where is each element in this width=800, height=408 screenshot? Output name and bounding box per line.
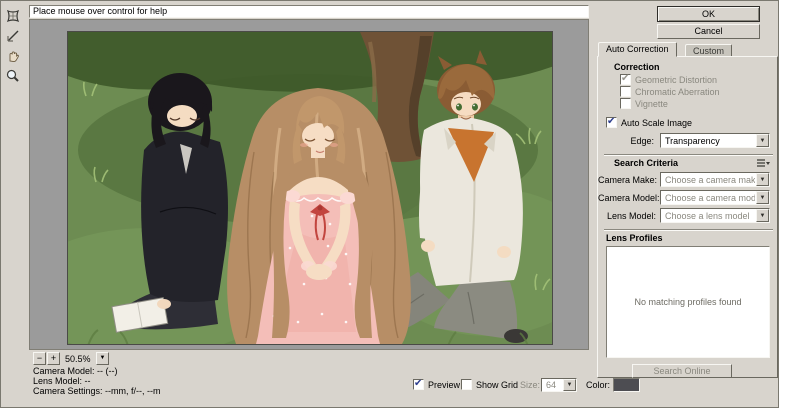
chevron-down-icon[interactable]: ▼	[756, 191, 769, 204]
zoom-level: 50.5%	[65, 354, 91, 364]
chevron-down-icon: ▼	[99, 355, 106, 361]
lens-profiles-section-title: Lens Profiles	[606, 233, 663, 243]
grid-size-dropdown[interactable]: 64 ▼	[541, 378, 577, 392]
lens-model-dropdown[interactable]: Choose a lens model ▼	[660, 208, 770, 223]
remove-distortion-tool-icon[interactable]	[4, 7, 22, 25]
zoom-level-dropdown[interactable]: ▼	[96, 352, 109, 365]
chromatic-aberration-label: Chromatic Aberration	[635, 87, 720, 97]
grid-color-label: Color:	[586, 380, 611, 390]
geometric-distortion-label: Geometric Distortion	[635, 75, 718, 85]
check-icon: ✔	[621, 73, 630, 84]
camera-make-value: Choose a camera make	[665, 175, 755, 185]
chevron-down-icon[interactable]: ▼	[756, 134, 769, 147]
cancel-button[interactable]: Cancel	[657, 24, 760, 39]
zoom-out-button[interactable]: −	[33, 352, 46, 365]
geometric-distortion-checkbox[interactable]: ✔	[620, 73, 631, 85]
edge-dropdown[interactable]: Transparency ▼	[660, 133, 770, 148]
camera-model-value: Choose a camera model	[665, 193, 755, 203]
status-camera-settings: Camera Settings: --mm, f/--, --m	[33, 386, 161, 396]
vignette-checkbox[interactable]	[620, 98, 631, 109]
check-icon: ✔	[414, 378, 423, 389]
lens-profiles-empty-text: No matching profiles found	[634, 297, 742, 307]
status-camera-model: Camera Model: -- (--)	[33, 366, 118, 376]
auto-scale-image-checkbox[interactable]: ✔	[606, 116, 617, 128]
divider	[604, 229, 773, 231]
preview-checkbox[interactable]: ✔	[413, 378, 424, 390]
zoom-in-button[interactable]: +	[47, 352, 60, 365]
camera-model-dropdown[interactable]: Choose a camera model ▼	[660, 190, 770, 205]
chromatic-aberration-checkbox[interactable]	[620, 86, 631, 97]
search-criteria-menu-icon[interactable]	[756, 158, 770, 171]
status-lens-model: Lens Model: --	[33, 376, 91, 386]
chevron-down-icon[interactable]: ▼	[756, 173, 769, 186]
camera-make-dropdown[interactable]: Choose a camera make ▼	[660, 172, 770, 187]
check-icon: ✔	[607, 116, 616, 127]
divider	[604, 154, 773, 156]
straighten-tool-icon[interactable]	[4, 27, 22, 45]
camera-make-label: Camera Make:	[598, 175, 658, 185]
anime-illustration	[68, 32, 552, 344]
preview-image	[67, 31, 553, 345]
search-criteria-section-title: Search Criteria	[614, 158, 679, 168]
show-grid-checkbox-label: Show Grid	[476, 380, 519, 390]
preview-checkbox-label: Preview	[428, 380, 461, 390]
grid-size-value: 64	[546, 380, 557, 390]
preview-area[interactable]	[29, 19, 589, 350]
grid-size-label: Size:	[520, 380, 541, 390]
lens-correction-dialog: Place mouse over control for help − + 50…	[0, 0, 800, 408]
dialog-surface: Place mouse over control for help − + 50…	[0, 0, 779, 408]
edge-value: Transparency	[665, 136, 720, 146]
auto-correction-panel: Correction ✔ Geometric Distortion Chroma…	[597, 56, 778, 378]
show-grid-checkbox[interactable]	[461, 379, 472, 390]
chevron-down-icon[interactable]: ▼	[563, 379, 576, 391]
help-bar: Place mouse over control for help	[29, 5, 589, 18]
search-online-button[interactable]: Search Online	[632, 364, 732, 378]
zoom-out-icon: −	[36, 353, 43, 363]
lens-model-value: Choose a lens model	[665, 211, 750, 221]
ok-button[interactable]: OK	[657, 6, 760, 22]
vignette-label: Vignette	[635, 99, 668, 109]
tool-strip	[4, 7, 22, 85]
edge-label: Edge:	[630, 136, 654, 146]
zoom-tool-icon[interactable]	[4, 67, 22, 85]
camera-model-label: Camera Model:	[598, 193, 660, 203]
auto-scale-image-label: Auto Scale Image	[621, 118, 693, 128]
lens-model-label: Lens Model:	[606, 211, 656, 221]
zoom-in-icon: +	[50, 353, 57, 363]
correction-section-title: Correction	[614, 62, 660, 72]
chevron-down-icon[interactable]: ▼	[756, 209, 769, 222]
hand-tool-icon[interactable]	[4, 47, 22, 65]
grid-color-swatch[interactable]	[613, 378, 640, 392]
lens-profiles-list[interactable]: No matching profiles found	[606, 246, 770, 358]
help-text: Place mouse over control for help	[33, 6, 168, 16]
tab-auto-correction[interactable]: Auto Correction	[598, 42, 677, 57]
